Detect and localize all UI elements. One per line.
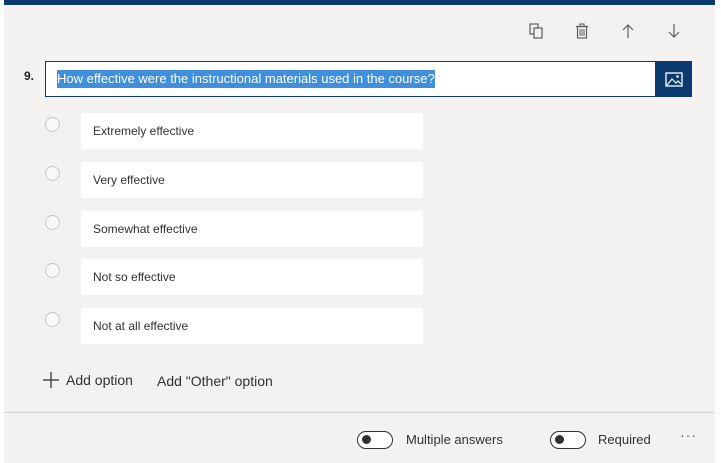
image-icon — [664, 71, 683, 87]
question-toolbar — [513, 18, 697, 44]
option-radio[interactable] — [45, 166, 60, 181]
move-down-button[interactable] — [651, 18, 697, 44]
add-option-label: Add option — [66, 372, 133, 388]
option-row: Very effective — [4, 162, 715, 198]
option-input[interactable]: Not at all effective — [81, 308, 423, 344]
insert-image-button[interactable] — [655, 61, 692, 97]
move-down-icon — [668, 24, 680, 38]
required-toggle[interactable] — [550, 431, 586, 449]
option-radio[interactable] — [45, 215, 60, 230]
option-row: Not at all effective — [4, 308, 715, 344]
option-input[interactable]: Somewhat effective — [81, 211, 423, 247]
required-label: Required — [598, 432, 651, 447]
option-row: Somewhat effective — [4, 211, 715, 247]
add-option-button[interactable]: Add option — [42, 371, 133, 389]
question-number: 9. — [24, 69, 35, 83]
question-title-text: How effective were the instructional mat… — [57, 70, 435, 88]
copy-icon — [529, 23, 543, 39]
move-up-button[interactable] — [605, 18, 651, 44]
question-title-input[interactable]: How effective were the instructional mat… — [45, 61, 656, 97]
option-input[interactable]: Not so effective — [81, 259, 423, 295]
option-input[interactable]: Very effective — [81, 162, 423, 198]
add-other-option-button[interactable]: Add "Other" option — [157, 373, 273, 389]
multiple-answers-toggle[interactable] — [357, 431, 393, 449]
option-row: Not so effective — [4, 259, 715, 295]
option-row: Extremely effective — [4, 113, 715, 149]
option-radio[interactable] — [45, 263, 60, 278]
option-radio[interactable] — [45, 117, 60, 132]
toggle-knob — [555, 435, 564, 444]
delete-icon — [576, 23, 588, 39]
multiple-answers-label: Multiple answers — [406, 432, 503, 447]
option-input[interactable]: Extremely effective — [81, 113, 423, 149]
question-footer: Multiple answers Required ··· — [4, 413, 715, 463]
toggle-knob — [362, 435, 371, 444]
copy-button[interactable] — [513, 18, 559, 44]
move-up-icon — [622, 24, 634, 38]
plus-icon — [43, 372, 59, 388]
question-card: 9. How effective were the instructional … — [4, 0, 715, 463]
delete-button[interactable] — [559, 18, 605, 44]
option-radio[interactable] — [45, 312, 60, 327]
more-options-button[interactable]: ··· — [680, 427, 697, 443]
